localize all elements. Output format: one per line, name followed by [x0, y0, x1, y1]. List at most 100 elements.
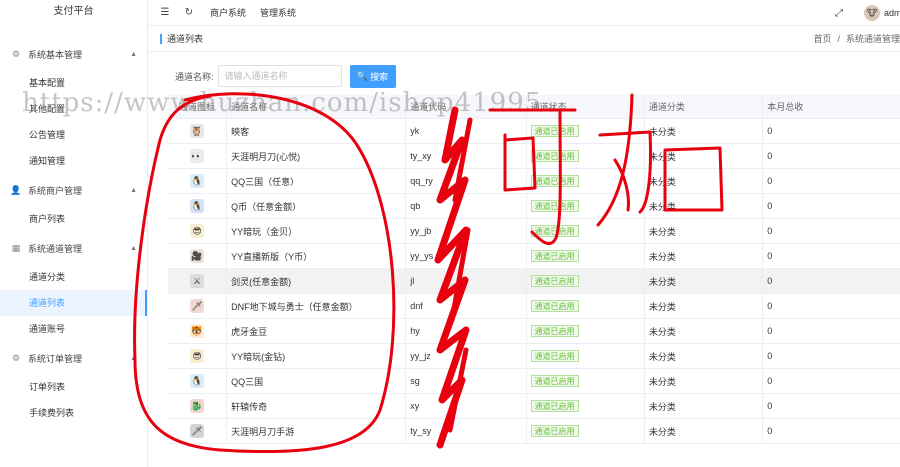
search-label: 通道名称:	[175, 71, 214, 82]
avatar[interactable]: 🐮	[864, 5, 880, 21]
search-input[interactable]	[217, 65, 342, 87]
status-badge: 通道已启用	[530, 150, 579, 162]
status-badge: 通道已启用	[530, 250, 579, 262]
channel-icon-cell: 🐯	[168, 319, 228, 343]
channel-category-cell: 未分类	[645, 169, 764, 193]
refresh-icon[interactable]: ↻	[182, 6, 196, 20]
fullscreen-icon[interactable]: ⤢	[832, 6, 846, 20]
channel-category-cell: 未分类	[645, 219, 764, 243]
sidebar-group: ⚙ 系统基本管理 ▲ 基本配置 其他配置 公告管理 通知管理	[0, 38, 147, 174]
table-row[interactable]: ⚔ 剑灵(任意金额) jl 通道已启用 未分类 0	[168, 269, 900, 294]
table-row[interactable]: 🐯 虎牙金豆 hy 通道已启用 未分类 0	[168, 319, 900, 344]
sidebar-item[interactable]: 基本配置	[0, 70, 147, 96]
table-row[interactable]: 🎥 YY直播新版（Y币） yy_ys 通道已启用 未分类 0	[168, 244, 900, 269]
sidebar-item[interactable]: 其他配置	[0, 96, 147, 122]
sidebar-group-header[interactable]: 👤 系统商户管理 ▲	[0, 174, 147, 206]
sidebar-group-header[interactable]: ⚙ 系统基本管理 ▲	[0, 38, 147, 70]
channel-icon-cell: 👀	[168, 144, 228, 168]
table-row[interactable]: 🐧 QQ三国（任意） qq_ry 通道已启用 未分类 0	[168, 169, 900, 194]
status-cell: 通道已启用	[527, 319, 645, 343]
table-row[interactable]: 🗡 DNF地下城与勇士（任意金额） dnf 通道已启用 未分类 0	[168, 294, 900, 319]
status-badge: 通道已启用	[530, 425, 579, 437]
table-row[interactable]: 🐉 轩辕传奇 xy 通道已启用 未分类 0	[168, 394, 900, 419]
table-row[interactable]: 😎 YY暗玩（金贝） yy_jb 通道已启用 未分类 0	[168, 219, 900, 244]
channel-code-cell: yy_ys	[406, 244, 527, 268]
channel-icon-cell: 😎	[168, 219, 228, 243]
status-badge: 通道已启用	[530, 400, 579, 412]
status-badge: 通道已启用	[530, 325, 579, 337]
tianya-mobile-icon: 🗡	[190, 424, 205, 438]
chevron-up-icon: ▲	[130, 50, 137, 58]
dnf-icon: 🗡	[190, 299, 205, 313]
search-bar: 通道名称: 🔍 搜索	[175, 64, 396, 88]
channel-code-cell: sg	[406, 369, 527, 393]
sidebar-item[interactable]: 手续费列表	[0, 400, 147, 426]
status-cell: 通道已启用	[527, 169, 645, 193]
channel-category-cell: 未分类	[645, 394, 764, 418]
sidebar-group-title: 系统订单管理	[28, 353, 83, 364]
search-button[interactable]: 🔍 搜索	[349, 64, 396, 88]
breadcrumb-separator: /	[837, 33, 840, 44]
channel-code-cell: dnf	[406, 294, 527, 318]
yy-icon: 😎	[190, 224, 205, 238]
sidebar-group-title: 系统通道管理	[28, 243, 83, 254]
nav-merchant-system[interactable]: 商户系统	[210, 6, 246, 19]
search-icon: 🔍	[356, 70, 369, 81]
channel-icon-cell: 😎	[168, 344, 228, 368]
breadcrumb-current: 系统通道管理	[845, 34, 900, 44]
channel-icon-cell: ⚔	[168, 269, 228, 293]
channel-icon-cell: 🗡	[168, 419, 228, 443]
channel-code-cell: qb	[406, 194, 527, 218]
sidebar-item[interactable]: 通道列表	[0, 290, 147, 316]
status-badge: 通道已启用	[530, 350, 579, 362]
status-cell: 通道已启用	[527, 219, 645, 243]
sidebar-group: ⚙ 系统订单管理 ▲ 订单列表 手续费列表	[0, 342, 147, 426]
username[interactable]: adm	[884, 8, 900, 18]
table-row[interactable]: 🗡 天涯明月刀手游 ty_sy 通道已启用 未分类 0	[168, 419, 900, 444]
channel-category-cell: 未分类	[645, 144, 764, 168]
qq-coin-icon: 🐧	[190, 199, 205, 213]
channel-month-cell: 0	[767, 276, 773, 286]
table-row[interactable]: 👀 天涯明月刀(心悦) ty_xy 通道已启用 未分类 0	[168, 144, 900, 169]
channel-icon-cell: 🦉	[168, 119, 228, 143]
status-cell: 通道已启用	[527, 369, 645, 393]
sidebar-group-header[interactable]: ⚙ 系统订单管理 ▲	[0, 342, 147, 374]
nav-admin-system[interactable]: 管理系统	[260, 6, 296, 19]
menu-fold-icon[interactable]: ☰	[158, 6, 172, 20]
sidebar-item[interactable]: 通知管理	[0, 148, 147, 174]
xuanyuan-icon: 🐉	[190, 399, 205, 413]
sidebar-group-title: 系统商户管理	[28, 185, 83, 196]
breadcrumb-home[interactable]: 首页	[813, 32, 831, 45]
status-cell: 通道已启用	[527, 394, 645, 418]
sidebar-item[interactable]: 商户列表	[0, 206, 147, 232]
sidebar-item[interactable]: 通道账号	[0, 316, 147, 342]
sidebar-item[interactable]: 公告管理	[0, 122, 147, 148]
sidebar-item[interactable]: 订单列表	[0, 374, 147, 400]
status-cell: 通道已启用	[527, 194, 645, 218]
column-header-name: 通道名称	[227, 95, 407, 118]
table-row[interactable]: 😎 YY暗玩(金钻) yy_jz 通道已启用 未分类 0	[168, 344, 900, 369]
gear-icon: ⚙	[11, 48, 21, 59]
table-row[interactable]: 🐧 Q币（任意金额） qb 通道已启用 未分类 0	[168, 194, 900, 219]
table-header: 通道图标 通道名称 通道代码 通道状态 通道分类 本月总收	[168, 95, 900, 119]
status-badge: 通道已启用	[530, 375, 579, 387]
status-cell: 通道已启用	[527, 244, 645, 268]
sidebar: 支付平台 ⚙ 系统基本管理 ▲ 基本配置 其他配置 公告管理 通知管理 👤 系统商户管理 ▲ 商户列…	[0, 0, 148, 467]
sidebar-group-title: 系统基本管理	[28, 49, 83, 60]
qq-icon: 🐧	[190, 174, 205, 188]
table-row[interactable]: 🐧 QQ三国 sg 通道已启用 未分类 0	[168, 369, 900, 394]
sidebar-group-header[interactable]: ▦ 系统通道管理 ▲	[0, 232, 147, 264]
channel-name-cell: YY直播新版（Y币）	[227, 244, 407, 268]
breadcrumb-bar: 通道列表 首页 / 系统通道管理	[148, 26, 900, 52]
channel-category-cell: 未分类	[645, 244, 764, 268]
channel-month-cell: 0	[767, 201, 773, 211]
user-icon: 👤	[10, 184, 22, 195]
channel-category-cell: 未分类	[645, 369, 764, 393]
top-bar-right: ⤢ 🐮 adm	[822, 0, 900, 26]
channel-name-cell: 轩辕传奇	[227, 394, 407, 418]
channel-icon-cell: 🎥	[168, 244, 228, 268]
channel-code-cell: yk	[406, 119, 527, 143]
table-row[interactable]: 🦉 映客 yk 通道已启用 未分类 0	[168, 119, 900, 144]
sidebar-item[interactable]: 通道分类	[0, 264, 147, 290]
channel-code-cell: yy_jb	[406, 219, 527, 243]
